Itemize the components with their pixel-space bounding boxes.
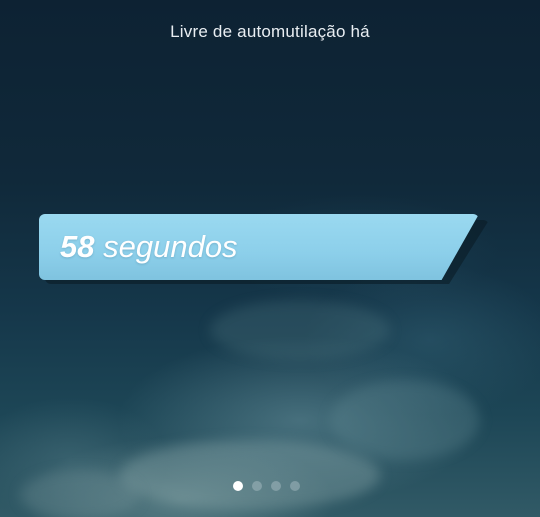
page-indicator — [233, 481, 300, 491]
page-dot-4[interactable] — [290, 481, 300, 491]
counter-value: 58 — [60, 229, 95, 264]
streak-counter-card: 58 segundos — [39, 214, 489, 284]
counter-text: 58 segundos — [60, 229, 238, 265]
page-title: Livre de automutilação há — [170, 22, 370, 41]
page-dot-3[interactable] — [271, 481, 281, 491]
page-dot-1[interactable] — [233, 481, 243, 491]
page-dot-2[interactable] — [252, 481, 262, 491]
counter-unit: segundos — [103, 229, 238, 264]
